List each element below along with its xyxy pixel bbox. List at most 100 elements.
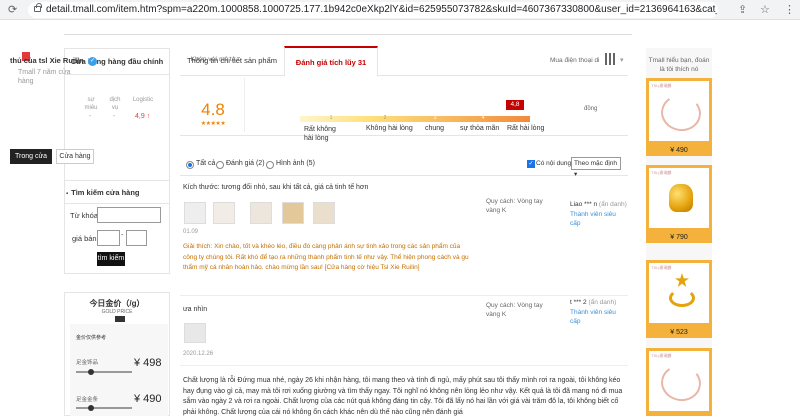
chevron-down-icon: ▾ (620, 57, 624, 64)
filter-all-label[interactable]: Tất cả (196, 160, 215, 167)
scale-label: chung (425, 125, 445, 132)
price-label: giá bán (72, 234, 97, 243)
reviewer-anon: (ẩn danh) (588, 299, 617, 306)
review-photo[interactable] (313, 202, 335, 224)
gold-item-name: 足金金条 (76, 397, 99, 403)
recommendation-title: Tmall hiểu bạn, đoán là tôi thích nó (648, 57, 710, 73)
has-content-checkbox[interactable]: ✓ (527, 160, 535, 168)
mobile-purchase-link[interactable]: Mua điện thoại di (550, 57, 600, 64)
gold-bar-icon (115, 316, 125, 322)
filter-appended-label[interactable]: Đánh giá (2) (226, 160, 265, 167)
gold-item-price: ¥ 490 (134, 393, 162, 405)
has-content-label[interactable]: Có nội dung (536, 160, 571, 167)
member-level[interactable]: Thành viên siêu cấp (570, 210, 626, 228)
product-image: TSL|谢瑞麟 (649, 351, 709, 411)
gold-slider-knob (88, 405, 94, 411)
filter-all-radio[interactable] (186, 161, 194, 169)
review-spec: Quy cách: Vòng tay vàng K (486, 302, 543, 318)
qr-code-icon[interactable] (605, 53, 617, 65)
product-card[interactable]: TSL|谢瑞麟 ¥ 790 (646, 165, 712, 243)
pendant-ring-image (669, 289, 695, 307)
keyword-input[interactable] (97, 207, 161, 223)
product-card[interactable]: TSL|谢瑞麟 (646, 348, 712, 416)
scale-tick: 3 (433, 115, 437, 121)
enter-shop-button[interactable]: Trong cửa (10, 149, 52, 164)
gold-item-price: ¥ 498 (134, 357, 162, 369)
metric-label-service: dịch vụ (109, 97, 121, 111)
product-price: ¥ 523 (670, 329, 688, 336)
store-button[interactable]: Cửa hàng (56, 149, 94, 164)
product-image: TSL|谢瑞麟 (649, 81, 709, 141)
scale-label: Không hài lòng (366, 125, 413, 132)
sort-select[interactable]: Theo mặc định ▾ (571, 157, 621, 178)
product-brand: TSL|谢瑞麟 (651, 353, 672, 358)
star-pendant-image (675, 273, 689, 287)
review-text: Chất lượng là rỗi Đứng mua nhé, ngày 26 … (183, 377, 623, 416)
agree-label: đồng (584, 106, 598, 112)
seller-reply: Giải thích: Xin chào, tốt và khéo léo, đ… (183, 243, 469, 271)
gold-slider (76, 371, 132, 373)
metric-value-description: - (89, 113, 92, 120)
verified-icon: ✓ (88, 57, 97, 66)
shop-name[interactable]: thủ của tsl Xie Ruilin (10, 56, 90, 65)
product-card[interactable]: TSL|谢瑞麟 ¥ 490 (646, 78, 712, 156)
scale-tick: 4 (481, 115, 485, 121)
scale-label: Rất hài lòng (507, 125, 545, 132)
gold-slider-knob (88, 369, 94, 375)
reload-icon[interactable]: ⟳ (8, 3, 17, 17)
gold-slider (76, 407, 132, 409)
gold-price-note: 金价仅供参考 (76, 335, 107, 341)
member-level[interactable]: Thành viên siêu cấp (570, 308, 626, 326)
shop-search-title: Tìm kiếm cửa hàng (66, 188, 139, 197)
reviewer-handle: Liao *** n (570, 201, 598, 208)
review-spec: Quy cách: Vòng tay vàng K (486, 198, 543, 214)
price-max-input[interactable] (126, 230, 147, 246)
page-content: Cửa hàng hàng đầu chính thủ của tsl Xie … (0, 20, 800, 416)
product-brand: TSL|谢瑞麟 (651, 265, 672, 270)
metric-label-description: sự miêu (84, 97, 98, 111)
gold-price-title: 今日金价（/g） (89, 299, 145, 308)
menu-dots-icon[interactable]: ⋮ (784, 3, 795, 17)
gold-item-name: 足金饰品 (76, 360, 99, 366)
price-min-input[interactable] (97, 230, 120, 246)
review-text: Kích thước: tương đối nhỏ, sau khi tất c… (183, 184, 369, 191)
url-text: detail.tmall.com/item.htm?spm=a220m.1000… (46, 4, 718, 15)
review-photo[interactable] (184, 323, 206, 343)
shop-years: Tmall 7 năm cửa hàng (18, 69, 71, 85)
filter-images-label[interactable]: Hình ảnh (5) (276, 160, 315, 167)
review-photo[interactable] (213, 202, 235, 224)
score-stars: ★★★★★ (200, 121, 226, 127)
product-card[interactable]: TSL|谢瑞麟 ¥ 523 (646, 260, 712, 338)
score-divider (244, 78, 245, 132)
share-icon[interactable]: ⇪ (738, 3, 747, 17)
review-divider (180, 365, 628, 366)
review-date: 01.09 (183, 229, 199, 235)
scale-label: Rất không hài lòng (304, 126, 336, 142)
shop-search-button[interactable]: tìm kiếm (97, 252, 125, 266)
product-image: TSL|谢瑞麟 (649, 263, 709, 323)
score-label: Khớp với mô tả (190, 56, 236, 63)
filter-appended-radio[interactable] (216, 161, 224, 169)
review-photo[interactable] (282, 202, 304, 224)
review-photo[interactable] (250, 202, 272, 224)
address-bar[interactable]: detail.tmall.com/item.htm?spm=a220m.1000… (28, 2, 718, 18)
scale-label: sự thỏa mãn (460, 125, 500, 132)
review-divider (180, 295, 628, 296)
bookmark-star-icon[interactable]: ☆ (760, 3, 770, 17)
filter-images-radio[interactable] (266, 161, 274, 169)
product-price: ¥ 790 (670, 234, 688, 241)
price-range-dash: - (121, 232, 124, 239)
metric-label-logistics: Logistic (132, 97, 154, 103)
score-value: 4.8 (201, 100, 225, 119)
browser-toolbar: ⟳ detail.tmall.com/item.htm?spm=a220m.10… (0, 0, 800, 20)
gold-price-subtitle: GOLD PRICE (101, 309, 133, 315)
review-photo[interactable] (184, 202, 206, 224)
product-brand: TSL|谢瑞麟 (651, 170, 672, 175)
review-date: 2020.12.26 (183, 351, 214, 357)
necklace-image (658, 91, 704, 135)
necklace-image (658, 361, 704, 405)
tab-reviews[interactable]: Đánh giá tích lũy 31 (284, 46, 378, 77)
product-image: TSL|谢瑞麟 (649, 168, 709, 228)
reviewer-name: Liao *** n (ẩn danh) (570, 200, 630, 209)
reviewer-anon: (ẩn danh) (598, 201, 627, 208)
